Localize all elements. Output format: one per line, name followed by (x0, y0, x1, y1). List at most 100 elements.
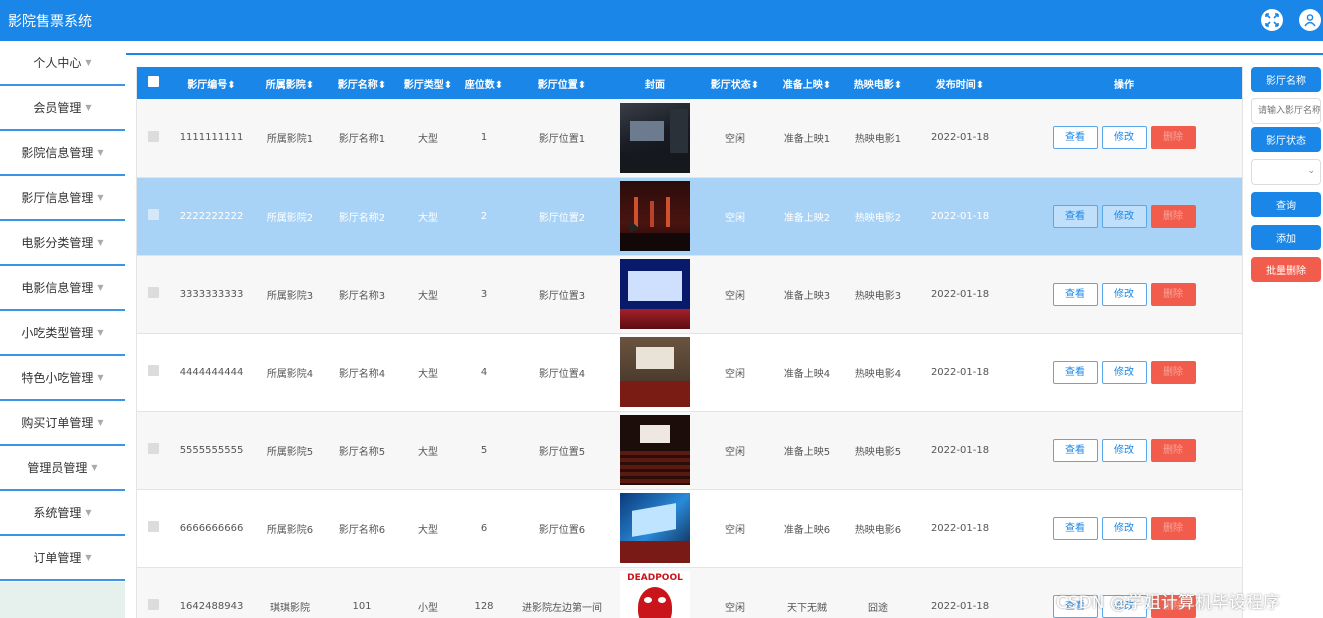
delete-button[interactable]: 删除 (1150, 516, 1196, 540)
row-checkbox[interactable] (137, 333, 169, 411)
edit-button[interactable]: 修改 (1101, 360, 1147, 384)
cell-actions: 查看 修改 删除 (1004, 489, 1242, 567)
delete-button[interactable]: 删除 (1150, 126, 1196, 150)
cell-seats: 128 (474, 600, 494, 612)
cover-image (620, 181, 690, 251)
sidebar-item-system[interactable]: 系统管理 ▼ (0, 491, 125, 536)
view-button[interactable]: 查看 (1052, 438, 1098, 462)
edit-button[interactable]: 修改 (1101, 438, 1147, 462)
select-all-checkbox[interactable] (137, 67, 169, 99)
batch-delete-button[interactable]: 批量删除 (1251, 257, 1321, 282)
view-button[interactable]: 查看 (1052, 282, 1098, 306)
hall-status-select[interactable]: ⌄ (1251, 159, 1321, 185)
cell-location: 影厅位置5 (538, 446, 586, 458)
table-row[interactable]: 2222222222 所属影院2 影厅名称2 大型 2 影厅位置2 空闲 准备上… (137, 177, 1242, 255)
edit-button[interactable]: 修改 (1101, 516, 1147, 540)
cover-image (620, 493, 690, 563)
cell-location: 影厅位置1 (538, 134, 586, 146)
table-row[interactable]: 6666666666 所属影院6 影厅名称6 大型 6 影厅位置6 空闲 准备上… (137, 489, 1242, 567)
sidebar-item-orders[interactable]: 订单管理 ▼ (0, 536, 125, 581)
query-button[interactable]: 查询 (1251, 192, 1321, 217)
table-row[interactable]: 5555555555 所属影院5 影厅名称5 大型 5 影厅位置5 空闲 准备上… (137, 411, 1242, 489)
column-header-type[interactable]: 影厅类型⬍ (398, 67, 458, 99)
view-button[interactable]: 查看 (1052, 204, 1098, 228)
sidebar-item-personal-center[interactable]: 个人中心 ▼ (0, 41, 125, 86)
cover-image (620, 337, 690, 407)
column-header-status[interactable]: 影厅状态⬍ (696, 67, 774, 99)
cell-status: 空闲 (725, 134, 745, 146)
delete-button[interactable]: 删除 (1150, 204, 1196, 228)
sidebar-item-label: 管理员管理 (27, 461, 88, 475)
cell-cinema: 琪琪影院 (270, 602, 310, 614)
delete-button[interactable]: 删除 (1150, 282, 1196, 306)
sidebar-item-cinema-info[interactable]: 影院信息管理 ▼ (0, 131, 125, 176)
cell-hot: 热映电影3 (854, 290, 902, 302)
cell-upcoming: 准备上映3 (783, 290, 831, 302)
chevron-down-icon: ▼ (85, 553, 92, 562)
sidebar-item-movie-info[interactable]: 电影信息管理 ▼ (0, 266, 125, 311)
table-row[interactable]: 3333333333 所属影院3 影厅名称3 大型 3 影厅位置3 空闲 准备上… (137, 255, 1242, 333)
column-header-cover: 封面 (645, 79, 665, 91)
cell-hot: 热映电影4 (854, 368, 902, 380)
table-row[interactable]: 1111111111 所属影院1 影厅名称1 大型 1 影厅位置1 空闲 准备上… (137, 99, 1242, 177)
edit-button[interactable]: 修改 (1101, 204, 1147, 228)
sidebar-item-label: 影院信息管理 (21, 146, 94, 160)
hall-name-search-input[interactable] (1251, 98, 1321, 124)
edit-button[interactable]: 修改 (1101, 126, 1147, 150)
sidebar-item-admins[interactable]: 管理员管理 ▼ (0, 446, 125, 491)
row-checkbox[interactable] (137, 411, 169, 489)
row-checkbox[interactable] (137, 255, 169, 333)
cell-type: 小型 (418, 602, 438, 614)
cell-type: 大型 (418, 212, 438, 224)
cell-date: 2022-01-18 (930, 600, 990, 612)
sidebar: 个人中心 ▼ 会员管理 ▼ 影院信息管理 ▼ 影厅信息管理 ▼ 电影分类管理 ▼ 电影信息… (0, 41, 125, 618)
delete-button[interactable]: 删除 (1150, 438, 1196, 462)
add-button[interactable]: 添加 (1251, 225, 1321, 250)
sidebar-item-label: 电影分类管理 (21, 236, 94, 250)
sidebar-item-purchase-orders[interactable]: 购买订单管理 ▼ (0, 401, 125, 446)
column-header-cinema[interactable]: 所属影院⬍ (254, 67, 326, 99)
delete-button[interactable]: 删除 (1150, 360, 1196, 384)
sidebar-item-members[interactable]: 会员管理 ▼ (0, 86, 125, 131)
cell-cover (614, 255, 696, 333)
view-button[interactable]: 查看 (1052, 126, 1098, 150)
top-bar: 影院售票系统 (0, 0, 1323, 41)
column-header-date[interactable]: 发布时间⬍ (916, 67, 1004, 99)
cell-id: 3333333333 (179, 288, 244, 300)
view-button[interactable]: 查看 (1052, 516, 1098, 540)
row-checkbox[interactable] (137, 99, 169, 177)
cell-cover (614, 333, 696, 411)
column-header-id[interactable]: 影厅编号⬍ (169, 67, 254, 99)
table-header-row: 影厅编号⬍ 所属影院⬍ 影厅名称⬍ 影厅类型⬍ 座位数⬍ 影厅位置⬍ 封面 影厅… (137, 67, 1242, 99)
cell-seats: 2 (480, 210, 488, 222)
cell-location: 影厅位置4 (538, 368, 586, 380)
sidebar-item-hall-info[interactable]: 影厅信息管理 ▼ (0, 176, 125, 221)
row-checkbox[interactable] (137, 177, 169, 255)
column-header-name[interactable]: 影厅名称⬍ (326, 67, 398, 99)
edit-button[interactable]: 修改 (1101, 282, 1147, 306)
view-button[interactable]: 查看 (1052, 360, 1098, 384)
row-checkbox[interactable] (137, 489, 169, 567)
sidebar-item-snack-type[interactable]: 小吃类型管理 ▼ (0, 311, 125, 356)
hall-status-label-button[interactable]: 影厅状态 (1251, 127, 1321, 152)
row-checkbox[interactable] (137, 567, 169, 618)
table-row[interactable]: 4444444444 所属影院4 影厅名称4 大型 4 影厅位置4 空闲 准备上… (137, 333, 1242, 411)
column-header-location[interactable]: 影厅位置⬍ (510, 67, 614, 99)
sidebar-item-label: 小吃类型管理 (21, 326, 94, 340)
user-avatar-icon[interactable] (1299, 9, 1321, 31)
column-header-hot[interactable]: 热映电影⬍ (840, 67, 916, 99)
sidebar-item-movie-category[interactable]: 电影分类管理 ▼ (0, 221, 125, 266)
fullscreen-icon[interactable] (1261, 9, 1283, 31)
column-header-upcoming[interactable]: 准备上映⬍ (774, 67, 840, 99)
cell-location: 进影院左边第一间 (522, 602, 602, 614)
cell-status: 空闲 (725, 602, 745, 614)
chevron-down-icon: ▼ (91, 463, 98, 472)
chevron-down-icon: ▼ (97, 328, 104, 337)
cell-date: 2022-01-18 (930, 288, 990, 300)
cell-name: 101 (352, 600, 372, 612)
sidebar-item-special-snack[interactable]: 特色小吃管理 ▼ (0, 356, 125, 401)
column-header-seats[interactable]: 座位数⬍ (458, 67, 510, 99)
cell-status: 空闲 (725, 524, 745, 536)
hall-name-label-button[interactable]: 影厅名称 (1251, 67, 1321, 92)
cell-actions: 查看 修改 删除 (1004, 411, 1242, 489)
